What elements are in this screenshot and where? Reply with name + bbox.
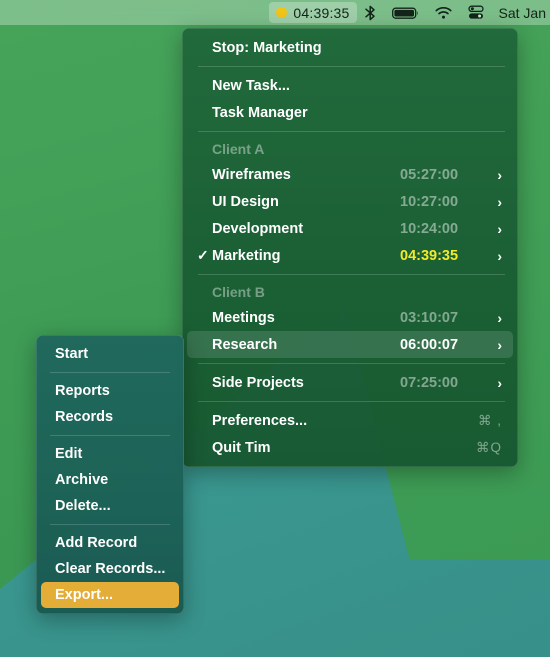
submenu-item-label: Clear Records... [55,561,166,577]
menu-item-label: Task Manager [212,104,308,121]
task-name-label: Meetings [212,309,275,326]
chevron-right-icon[interactable]: › [486,338,502,352]
quit-shortcut-label: ⌘Q [475,439,502,455]
task-group-label-client-a: Client A [212,141,265,157]
submenu-item-archive[interactable]: Archive [41,467,179,493]
task-group-label-client-b: Client B [212,284,265,300]
chevron-right-icon[interactable]: › [486,168,502,182]
tim-main-menu: Stop: Marketing New Task... Task Manager… [182,28,518,467]
submenu-item-export[interactable]: Export... [41,582,179,608]
task-name-label: UI Design [212,193,279,210]
submenu-item-label: Archive [55,472,109,488]
chevron-right-icon[interactable]: › [486,195,502,209]
task-time-label: 10:24:00 [400,220,459,237]
menu-separator [198,401,505,402]
chevron-right-icon[interactable]: › [486,376,502,390]
task-name-label: Development [212,220,304,237]
task-context-submenu: Start Reports Records Edit Archive Delet… [36,335,184,614]
preferences-shortcut-label: ⌘ , [477,412,502,428]
task-time-label: 07:25:00 [400,374,459,391]
battery-icon[interactable] [384,6,427,20]
task-time-label: 10:27:00 [400,193,459,210]
task-name-label: Side Projects [212,374,304,391]
desktop: 04:39:35 Sat Jan Stop: Marketing New Tas… [0,0,550,657]
menu-bar-date-label[interactable]: Sat Jan [493,5,548,21]
submenu-item-label: Reports [55,383,110,399]
task-row-marketing[interactable]: ✓ Marketing 04:39:35 › [187,242,513,269]
menu-item-new-task[interactable]: New Task... [187,72,513,99]
submenu-item-label: Records [55,409,114,425]
task-time-label: 05:27:00 [400,166,459,183]
submenu-item-label: Delete... [55,498,111,514]
submenu-item-start[interactable]: Start [41,341,179,367]
task-name-label: Research [212,336,278,353]
submenu-separator [50,372,170,373]
task-time-label: 03:10:07 [400,309,459,326]
wifi-icon[interactable] [427,6,460,20]
menu-item-label: New Task... [212,77,290,94]
submenu-item-records[interactable]: Records [41,404,179,430]
menu-separator [198,363,505,364]
task-row-side-projects[interactable]: Side Projects 07:25:00 › [187,369,513,396]
task-row-development[interactable]: Development 10:24:00 › [187,215,513,242]
chevron-right-icon[interactable]: › [486,249,502,263]
menu-bar: 04:39:35 Sat Jan [0,0,550,25]
submenu-item-label: Start [55,346,89,362]
menu-item-task-manager[interactable]: Task Manager [187,99,513,126]
submenu-item-label: Add Record [55,535,138,551]
task-name-label: Wireframes [212,166,291,183]
menu-item-label: Quit Tim [212,439,271,456]
checkmark-icon: ✓ [197,247,209,263]
chevron-right-icon[interactable]: › [486,311,502,325]
menu-item-quit-tim[interactable]: Quit Tim ⌘Q [187,434,513,461]
menu-bar-status-items: 04:39:35 Sat Jan [269,0,548,25]
menu-bar-item-tim-timer[interactable]: 04:39:35 [269,2,357,23]
submenu-item-label: Edit [55,446,83,462]
submenu-item-label: Export... [55,587,114,603]
submenu-item-clear-records[interactable]: Clear Records... [41,556,179,582]
control-center-icon[interactable] [460,5,493,20]
chevron-right-icon[interactable]: › [486,222,502,236]
task-row-meetings[interactable]: Meetings 03:10:07 › [187,304,513,331]
submenu-separator [50,524,170,525]
task-time-label-running: 04:39:35 [400,247,459,264]
task-time-label: 06:00:07 [400,336,459,353]
submenu-item-delete[interactable]: Delete... [41,493,179,519]
bluetooth-icon[interactable] [357,5,384,21]
menu-item-label: Preferences... [212,412,308,429]
menu-item-preferences[interactable]: Preferences... ⌘ , [187,407,513,434]
task-row-research[interactable]: Research 06:00:07 › [187,331,513,358]
menu-item-stop-marketing[interactable]: Stop: Marketing [187,34,513,61]
submenu-item-add-record[interactable]: Add Record [41,530,179,556]
submenu-item-reports[interactable]: Reports [41,378,179,404]
menu-separator [198,66,505,67]
task-row-ui-design[interactable]: UI Design 10:27:00 › [187,188,513,215]
submenu-separator [50,435,170,436]
menu-item-label: Stop: Marketing [212,39,322,56]
menu-bar-clock-label: 04:39:35 [293,4,350,21]
submenu-item-edit[interactable]: Edit [41,441,179,467]
timer-status-dot-icon [276,7,288,18]
task-row-wireframes[interactable]: Wireframes 05:27:00 › [187,161,513,188]
task-name-label: Marketing [212,247,281,264]
menu-separator [198,274,505,275]
menu-separator [198,131,505,132]
